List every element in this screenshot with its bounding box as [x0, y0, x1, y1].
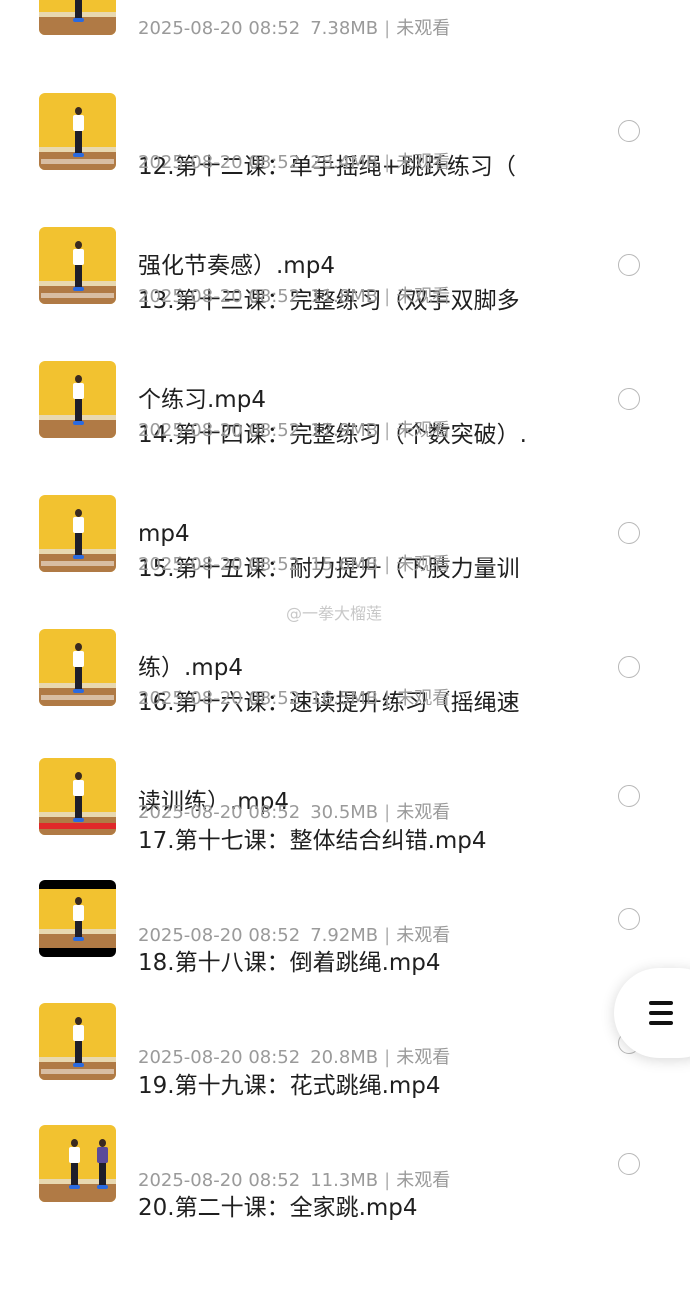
file-size: 11.3MB — [310, 1170, 379, 1191]
meta-separator: | — [384, 925, 391, 946]
file-meta: 2025-08-20 08:52 20.8MB | 未观看 — [138, 1046, 450, 1070]
file-meta: 2025-08-20 08:52 28.4MB | 未观看 — [138, 151, 450, 175]
select-radio[interactable] — [618, 1153, 640, 1175]
file-size: 17.9MB — [310, 420, 379, 441]
video-thumbnail — [39, 1125, 116, 1202]
file-meta: 2025-08-20 08:52 15.6MB | 未观看 — [138, 553, 450, 577]
watch-status: 未观看 — [396, 1047, 451, 1068]
watch-status: 未观看 — [396, 420, 451, 441]
video-thumbnail — [39, 880, 116, 957]
meta-separator: | — [384, 1047, 391, 1068]
file-meta: 2025-08-20 08:52 7.38MB | 未观看 — [138, 17, 450, 41]
meta-separator: | — [384, 1170, 391, 1191]
video-thumbnail — [39, 93, 116, 170]
select-radio[interactable] — [618, 254, 640, 276]
file-date: 2025-08-20 08:52 — [138, 688, 301, 709]
file-date: 2025-08-20 08:52 — [138, 420, 301, 441]
hamburger-menu-icon — [649, 1001, 673, 1025]
file-title-line1: 19.第十九课：花式跳绳.mp4 — [138, 1073, 441, 1099]
list-item[interactable]: 14.第十四课：完整练习（个数突破）. mp4 2025-08-20 08:52… — [0, 353, 690, 547]
file-date: 2025-08-20 08:52 — [138, 286, 301, 307]
list-item[interactable]: 19.第十九课：花式跳绳.mp4 2025-08-20 08:52 20.8MB |… — [0, 1003, 690, 1099]
file-title-line1: 17.第十七课：整体结合纠错.mp4 — [138, 828, 487, 854]
video-thumbnail — [39, 0, 116, 35]
file-size: 7.38MB — [310, 18, 379, 39]
watch-status: 未观看 — [396, 688, 451, 709]
select-radio[interactable] — [618, 120, 640, 142]
file-title-line1: 20.第二十课：全家跳.mp4 — [138, 1195, 418, 1221]
watch-status: 未观看 — [396, 286, 451, 307]
list-item[interactable]: 17.第十七课：整体结合纠错.mp4 2025-08-20 08:52 30.5M… — [0, 758, 690, 854]
file-size: 16.5MB — [310, 688, 379, 709]
file-meta: 2025-08-20 08:52 16.5MB | 未观看 — [138, 687, 450, 711]
file-size: 7.92MB — [310, 925, 379, 946]
meta-separator: | — [384, 420, 391, 441]
meta-separator: | — [384, 152, 391, 173]
video-thumbnail — [39, 495, 116, 572]
file-date: 2025-08-20 08:52 — [138, 802, 301, 823]
file-meta: 2025-08-20 08:52 30.5MB | 未观看 — [138, 801, 450, 825]
watch-status: 未观看 — [396, 152, 451, 173]
file-meta: 2025-08-20 08:52 11.8MB | 未观看 — [138, 285, 450, 309]
watch-status: 未观看 — [396, 18, 451, 39]
file-date: 2025-08-20 08:52 — [138, 925, 301, 946]
meta-separator: | — [384, 802, 391, 823]
select-radio[interactable] — [618, 522, 640, 544]
file-title-line1: 18.第十八课：倒着跳绳.mp4 — [138, 950, 441, 976]
select-radio[interactable] — [618, 388, 640, 410]
meta-separator: | — [384, 554, 391, 575]
file-meta: 2025-08-20 08:52 11.3MB | 未观看 — [138, 1169, 450, 1193]
file-title: 20.第二十课：全家跳.mp4 — [138, 1126, 558, 1291]
list-item[interactable]: 16.第十六课：速读提升练习（摇绳速 读训练）.mp4 2025-08-20 0… — [0, 621, 690, 815]
list-item[interactable]: 18.第十八课：倒着跳绳.mp4 2025-08-20 08:52 7.92MB |… — [0, 880, 690, 976]
file-date: 2025-08-20 08:52 — [138, 152, 301, 173]
meta-separator: | — [384, 688, 391, 709]
file-size: 15.6MB — [310, 554, 379, 575]
list-item[interactable]: 13.第十三课：完整练习（双手双脚多 个练习.mp4 2025-08-20 08… — [0, 219, 690, 413]
file-meta: 2025-08-20 08:52 7.92MB | 未观看 — [138, 924, 450, 948]
video-thumbnail — [39, 629, 116, 706]
meta-separator: | — [384, 286, 391, 307]
video-thumbnail — [39, 227, 116, 304]
list-item[interactable]: 20.第二十课：全家跳.mp4 2025-08-20 08:52 11.3MB | 未… — [0, 1125, 690, 1221]
file-size: 11.8MB — [310, 286, 379, 307]
file-date: 2025-08-20 08:52 — [138, 18, 301, 39]
list-item[interactable]: 12.第十二课：单手摇绳+跳跃练习（ 强化节奏感）.mp4 2025-08-20… — [0, 85, 690, 279]
video-thumbnail — [39, 758, 116, 835]
list-item[interactable]: 15.第十五课：耐力提升（下肢力量训 练）.mp4 2025-08-20 08:… — [0, 487, 690, 681]
file-size: 30.5MB — [310, 802, 379, 823]
watch-status: 未观看 — [396, 802, 451, 823]
list-item[interactable]: 2025-08-20 08:52 7.38MB | 未观看 — [0, 0, 690, 60]
select-radio[interactable] — [618, 785, 640, 807]
file-size: 20.8MB — [310, 1047, 379, 1068]
file-date: 2025-08-20 08:52 — [138, 1047, 301, 1068]
file-size: 28.4MB — [310, 152, 379, 173]
select-radio[interactable] — [618, 908, 640, 930]
file-date: 2025-08-20 08:52 — [138, 1170, 301, 1191]
video-thumbnail — [39, 361, 116, 438]
file-date: 2025-08-20 08:52 — [138, 554, 301, 575]
file-meta: 2025-08-20 08:52 17.9MB | 未观看 — [138, 419, 450, 443]
watch-status: 未观看 — [396, 1170, 451, 1191]
select-radio[interactable] — [618, 656, 640, 678]
meta-separator: | — [384, 18, 391, 39]
video-file-list: 2025-08-20 08:52 7.38MB | 未观看 12.第十二课：单手摇绳+… — [0, 0, 690, 1221]
watch-status: 未观看 — [396, 925, 451, 946]
video-thumbnail — [39, 1003, 116, 1080]
watch-status: 未观看 — [396, 554, 451, 575]
